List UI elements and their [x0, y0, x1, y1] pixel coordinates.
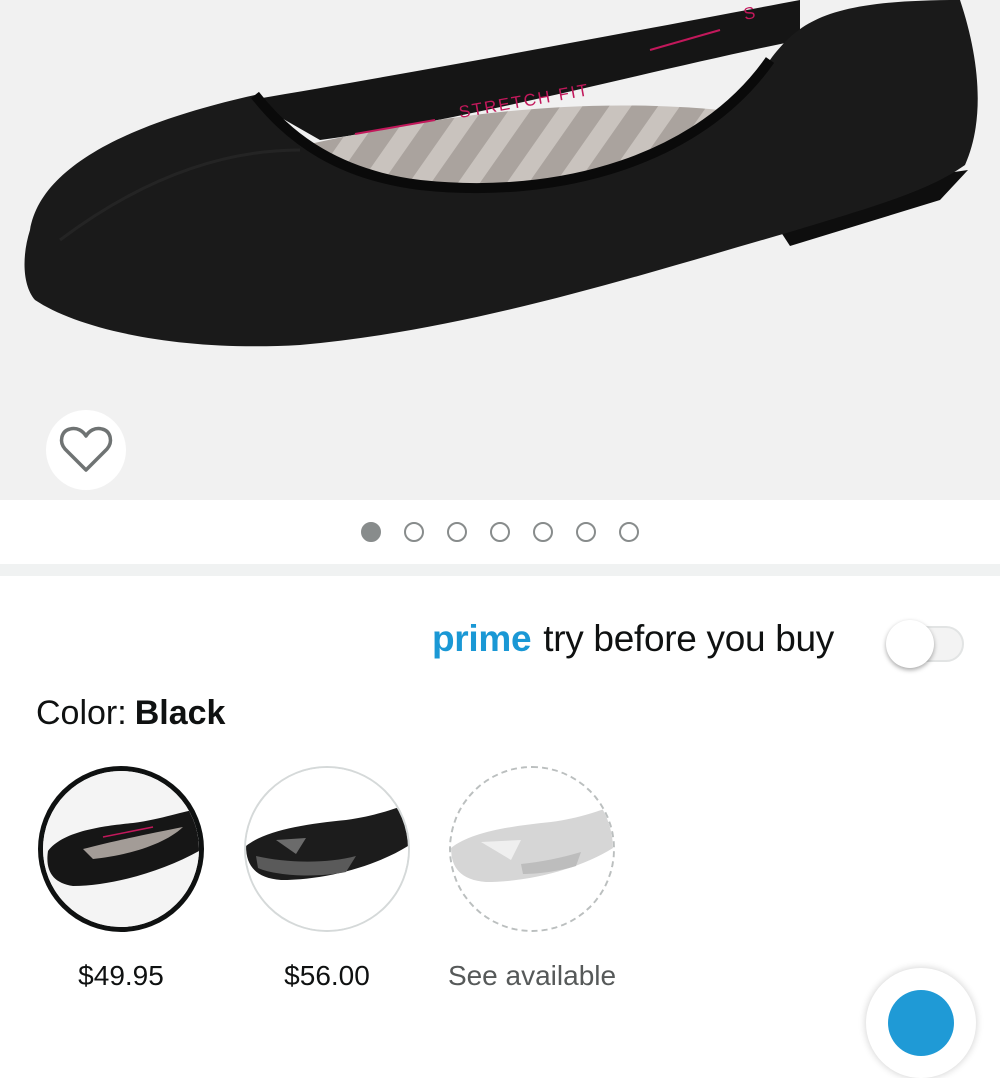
swatch-price-black-grey: $56.00 — [284, 960, 370, 991]
try-before-you-buy-text: try before you buy — [543, 618, 834, 659]
selected-color-value: Black — [134, 694, 226, 732]
color-swatch-light-grey[interactable] — [449, 766, 615, 932]
color-swatch-black-grey[interactable] — [244, 766, 410, 932]
svg-text:S: S — [742, 3, 759, 24]
carousel-dot-3[interactable] — [447, 522, 467, 542]
color-label-prefix: Color: — [36, 694, 127, 732]
color-swatch-black[interactable] — [38, 766, 204, 932]
carousel-dot-2[interactable] — [404, 522, 424, 542]
image-carousel-indicator — [0, 500, 1000, 564]
swatch-image-light-grey — [451, 768, 613, 930]
try-before-you-buy-toggle[interactable] — [886, 620, 966, 668]
toggle-knob — [886, 620, 934, 668]
product-image[interactable]: STRETCH FIT S — [0, 0, 1000, 500]
heart-outline-icon — [59, 426, 113, 472]
swatch-image-black-grey — [246, 768, 408, 930]
swatch-image-black — [43, 771, 199, 927]
prime-try-before-you-buy-row: prime try before you buy — [0, 606, 1000, 680]
carousel-dot-7[interactable] — [619, 522, 639, 542]
carousel-dot-4[interactable] — [490, 522, 510, 542]
floating-action-button[interactable] — [866, 968, 976, 1078]
swatch-availability-light-grey: See available — [447, 960, 617, 991]
color-selection-label: Color: Black — [36, 694, 225, 733]
prime-logo-text: prime — [431, 618, 532, 659]
wishlist-button[interactable] — [46, 410, 126, 490]
swatch-price-black: $49.95 — [78, 960, 164, 991]
prime-try-before-you-buy-label: prime try before you buy — [432, 618, 834, 660]
carousel-dot-6[interactable] — [576, 522, 596, 542]
section-divider — [0, 564, 1000, 576]
product-image-area[interactable]: STRETCH FIT S — [0, 0, 1000, 500]
carousel-dot-5[interactable] — [533, 522, 553, 542]
carousel-dot-1[interactable] — [361, 522, 381, 542]
